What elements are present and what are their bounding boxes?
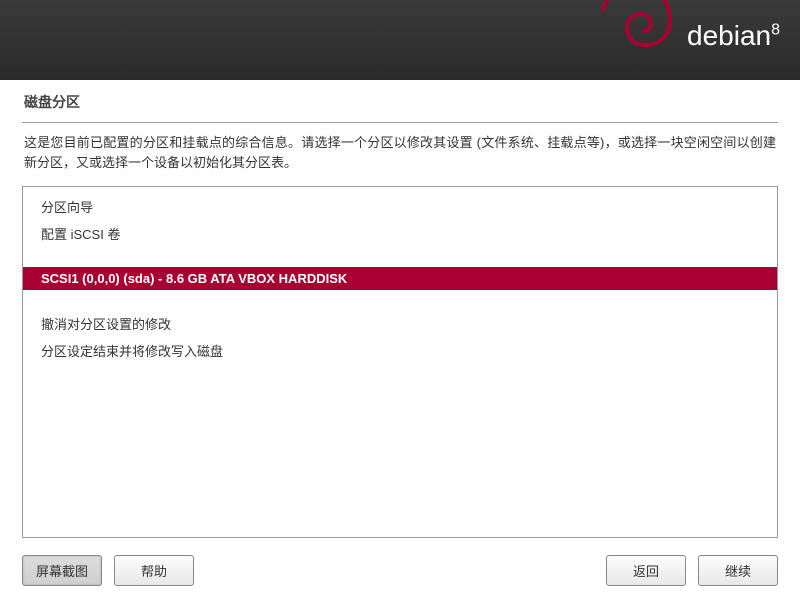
back-button[interactable]: 返回 <box>606 555 686 586</box>
footer-left-group: 屏幕截图 帮助 <box>22 555 194 586</box>
option-finish-partitioning[interactable]: 分区设定结束并将修改写入磁盘 <box>23 337 777 364</box>
brand-name: debian <box>687 20 771 51</box>
continue-button[interactable]: 继续 <box>698 555 778 586</box>
help-button[interactable]: 帮助 <box>114 555 194 586</box>
title-divider <box>22 122 778 123</box>
option-guided-partitioning[interactable]: 分区向导 <box>23 187 777 220</box>
footer-bar: 屏幕截图 帮助 返回 继续 <box>0 540 800 600</box>
footer-right-group: 返回 继续 <box>606 555 778 586</box>
page-title: 磁盘分区 <box>0 80 800 122</box>
option-disk-sda[interactable]: SCSI1 (0,0,0) (sda) - 8.6 GB ATA VBOX HA… <box>23 267 777 290</box>
option-undo-changes[interactable]: 撤消对分区设置的修改 <box>23 310 777 337</box>
list-spacer <box>23 290 777 310</box>
screenshot-button[interactable]: 屏幕截图 <box>22 555 102 586</box>
header-banner: debian8 <box>0 0 800 80</box>
brand-label: debian8 <box>687 20 780 52</box>
debian-swirl-icon <box>585 0 685 70</box>
brand-version: 8 <box>771 22 780 39</box>
instructions-text: 这是您目前已配置的分区和挂载点的综合信息。请选择一个分区以修改其设置 (文件系统… <box>0 133 800 182</box>
option-configure-iscsi[interactable]: 配置 iSCSI 卷 <box>23 220 777 247</box>
partition-list: 分区向导 配置 iSCSI 卷 SCSI1 (0,0,0) (sda) - 8.… <box>22 186 778 538</box>
list-spacer <box>23 247 777 267</box>
